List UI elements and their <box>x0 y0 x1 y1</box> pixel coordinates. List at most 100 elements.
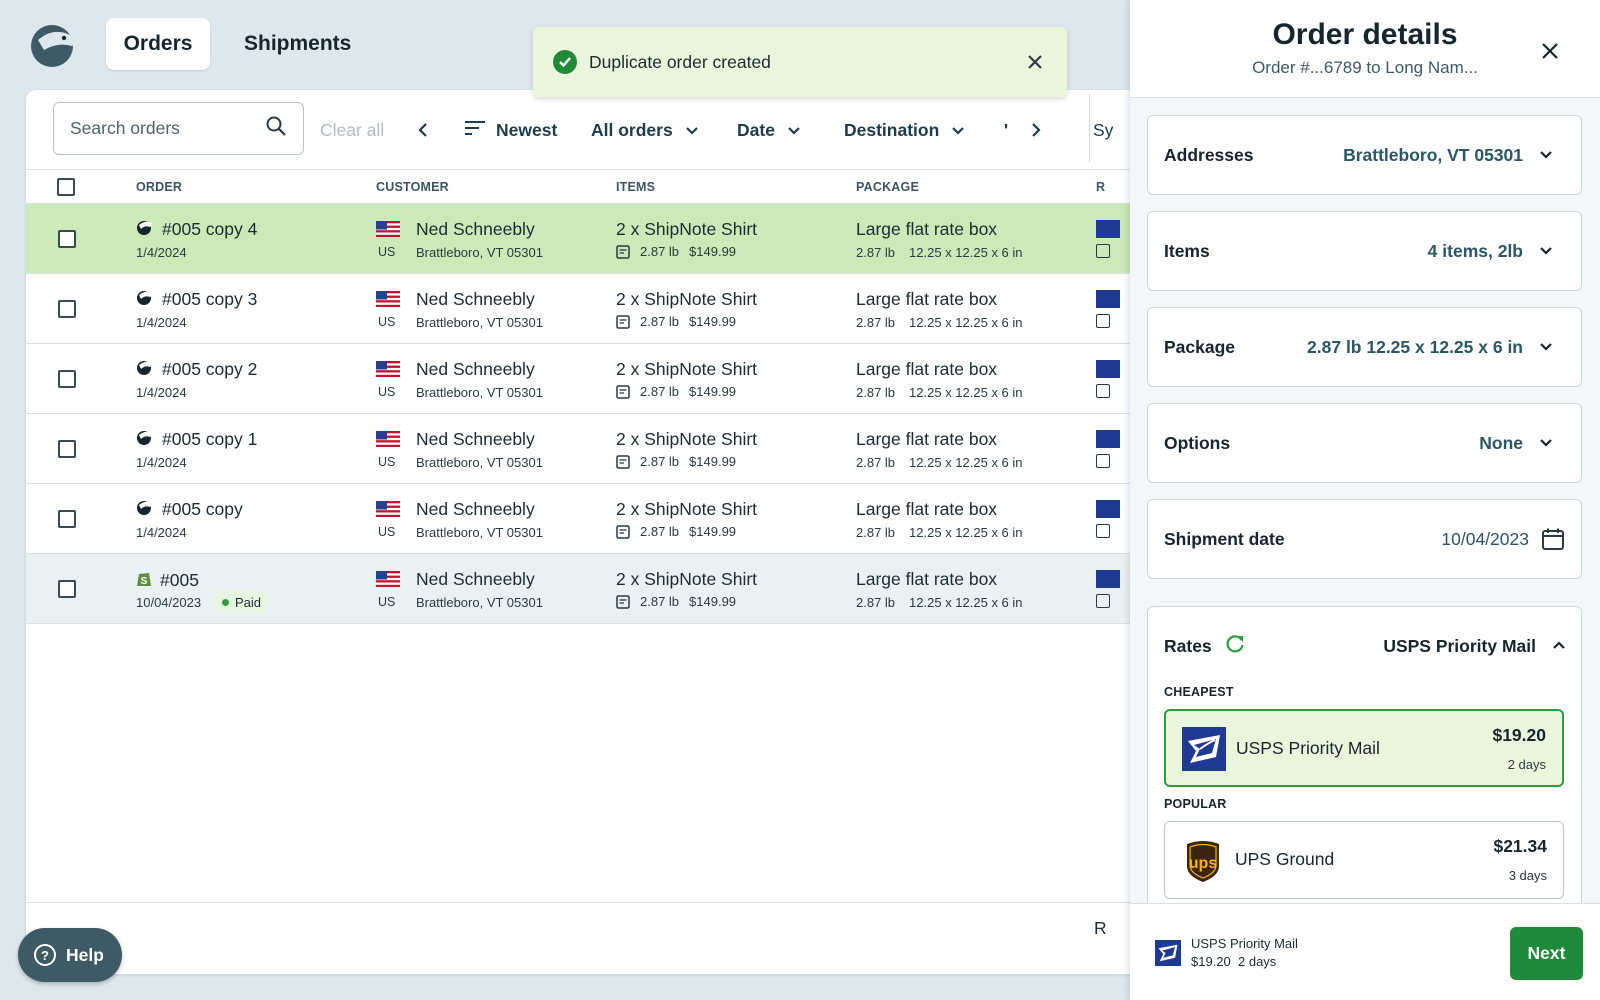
table-row[interactable]: #005 copy 1 1/4/2024 US Ned Schneebly Brattl… <box>26 414 1136 484</box>
rate-option-ups-ground[interactable]: ups UPS Ground $21.34 3 days <box>1164 821 1564 899</box>
orders-toolbar: Search orders Clear all Newest All order… <box>26 90 1136 170</box>
row-checkbox[interactable] <box>58 370 76 388</box>
rate-carrier: UPS Ground <box>1235 849 1335 869</box>
chevron-down-icon <box>787 120 801 141</box>
svg-text:S: S <box>141 576 148 587</box>
mole-logo-icon <box>136 219 154 240</box>
country-code: US <box>378 595 396 609</box>
item-summary: 2 x ShipNote Shirt <box>616 289 758 309</box>
rates-label: Rates <box>1164 635 1212 656</box>
toolbar-overflow-button[interactable]: Sy <box>1093 90 1113 170</box>
chevron-up-icon[interactable] <box>1552 637 1566 655</box>
check-circle-icon <box>553 50 577 74</box>
section-label: Package <box>1164 336 1236 357</box>
table-row[interactable]: #005 copy 4 1/4/2024 US Ned Schneebly Brattl… <box>26 204 1136 274</box>
filter-date[interactable]: Date <box>737 90 801 170</box>
section-options[interactable]: Options None <box>1147 403 1582 483</box>
chevron-down-icon[interactable] <box>1539 150 1553 160</box>
column-header-items[interactable]: ITEMS <box>616 170 655 204</box>
note-icon <box>1096 244 1110 258</box>
column-header-rate[interactable]: R <box>1096 170 1105 204</box>
section-label: Shipment date <box>1164 528 1285 549</box>
filter-destination[interactable]: Destination <box>844 90 965 170</box>
us-flag-icon <box>376 501 400 517</box>
item-weight: 2.87 lb <box>640 454 680 469</box>
chevron-down-icon[interactable] <box>1539 438 1553 448</box>
us-flag-icon <box>376 221 400 237</box>
order-number[interactable]: #005 copy <box>136 499 243 520</box>
rate-carrier: USPS Priority Mail <box>1236 738 1380 758</box>
order-number[interactable]: #005 copy 2 <box>136 359 257 380</box>
section-shipment-date[interactable]: Shipment date 10/04/2023 <box>1147 499 1582 579</box>
tab-shipments[interactable]: Shipments <box>226 18 369 70</box>
order-number[interactable]: #005 copy 3 <box>136 289 257 310</box>
package-name: Large flat rate box <box>856 499 998 519</box>
next-button[interactable]: Next <box>1510 927 1583 980</box>
usps-logo-icon <box>1155 940 1181 966</box>
table-row[interactable]: #005 copy 3 1/4/2024 US Ned Schneebly Brattl… <box>26 274 1136 344</box>
table-row[interactable]: #005 copy 2 1/4/2024 US Ned Schneebly Brattl… <box>26 344 1136 414</box>
tab-orders[interactable]: Orders <box>106 18 210 70</box>
sort-button[interactable]: Newest <box>464 90 557 170</box>
svg-text:ups: ups <box>1189 855 1218 872</box>
chevron-down-icon[interactable] <box>1539 246 1553 256</box>
item-summary: 2 x ShipNote Shirt <box>616 429 758 449</box>
row-checkbox[interactable] <box>58 580 76 598</box>
chevron-left-icon[interactable] <box>416 90 430 170</box>
section-label: Items <box>1164 240 1210 261</box>
row-checkbox[interactable] <box>58 440 76 458</box>
rates-header[interactable]: Rates USPS Priority Mail <box>1164 607 1566 685</box>
column-header-customer[interactable]: CUSTOMER <box>376 170 449 204</box>
select-all-checkbox[interactable] <box>57 170 75 204</box>
package-meta: 2.87 lb 12.25 x 12.25 x 6 in <box>856 385 1023 400</box>
close-icon[interactable] <box>1023 50 1047 74</box>
note-icon <box>1096 314 1110 328</box>
section-value: Brattleboro, VT 05301 <box>1343 144 1523 165</box>
us-flag-icon <box>376 431 400 447</box>
item-summary: 2 x ShipNote Shirt <box>616 219 758 239</box>
package-dims: 12.25 x 12.25 x 6 in <box>909 455 1023 470</box>
help-button[interactable]: ? Help <box>18 928 122 982</box>
usps-logo-icon <box>1096 570 1120 588</box>
search-icon[interactable] <box>265 115 287 142</box>
order-number[interactable]: S #005 <box>136 569 199 592</box>
item-price: $149.99 <box>689 244 737 259</box>
section-addresses[interactable]: Addresses Brattleboro, VT 05301 <box>1147 115 1582 195</box>
panel-title: Order details <box>1272 18 1458 51</box>
us-flag-icon <box>376 571 400 587</box>
row-checkbox[interactable] <box>58 300 76 318</box>
column-header-package[interactable]: PACKAGE <box>856 170 919 204</box>
package-weight: 2.87 lb <box>856 525 896 540</box>
package-dims: 12.25 x 12.25 x 6 in <box>909 245 1023 260</box>
note-icon <box>616 524 630 539</box>
rate-option-usps-priority[interactable]: USPS Priority Mail $19.20 2 days <box>1164 709 1564 787</box>
section-items[interactable]: Items 4 items, 2lb <box>1147 211 1582 291</box>
filter-overflow-hint: ' <box>1004 119 1009 140</box>
order-number-text: #005 copy 2 <box>162 359 258 379</box>
package-meta: 2.87 lb 12.25 x 12.25 x 6 in <box>856 315 1023 330</box>
order-number[interactable]: #005 copy 1 <box>136 429 257 450</box>
table-row[interactable]: S #005 10/04/2023 Paid US Ned Schneebly Brattl… <box>26 554 1136 624</box>
app-logo-icon[interactable] <box>28 20 80 68</box>
order-number[interactable]: #005 copy 4 <box>136 219 257 240</box>
note-icon <box>616 244 630 259</box>
section-package[interactable]: Package 2.87 lb 12.25 x 12.25 x 6 in <box>1147 307 1582 387</box>
note-icon <box>1096 594 1110 608</box>
close-icon[interactable] <box>1537 38 1563 64</box>
column-header-order[interactable]: ORDER <box>136 170 182 204</box>
clear-all-button[interactable]: Clear all <box>320 90 384 170</box>
chevron-right-icon[interactable] <box>1029 90 1043 170</box>
order-details-panel: Order details Order #...6789 to Long Nam… <box>1130 0 1600 1000</box>
row-checkbox[interactable] <box>58 510 76 528</box>
filter-all-orders[interactable]: All orders <box>591 90 699 170</box>
table-row[interactable]: #005 copy 1/4/2024 US Ned Schneebly Brattleb… <box>26 484 1136 554</box>
refresh-icon[interactable] <box>1224 633 1246 660</box>
search-input[interactable]: Search orders <box>53 102 304 155</box>
chevron-down-icon[interactable] <box>1539 342 1553 352</box>
item-weight: 2.87 lb <box>640 524 680 539</box>
usps-logo-icon <box>1096 290 1120 308</box>
item-price: $149.99 <box>689 454 737 469</box>
package-name: Large flat rate box <box>856 569 998 589</box>
row-checkbox[interactable] <box>58 230 76 248</box>
calendar-icon[interactable] <box>1541 527 1565 551</box>
